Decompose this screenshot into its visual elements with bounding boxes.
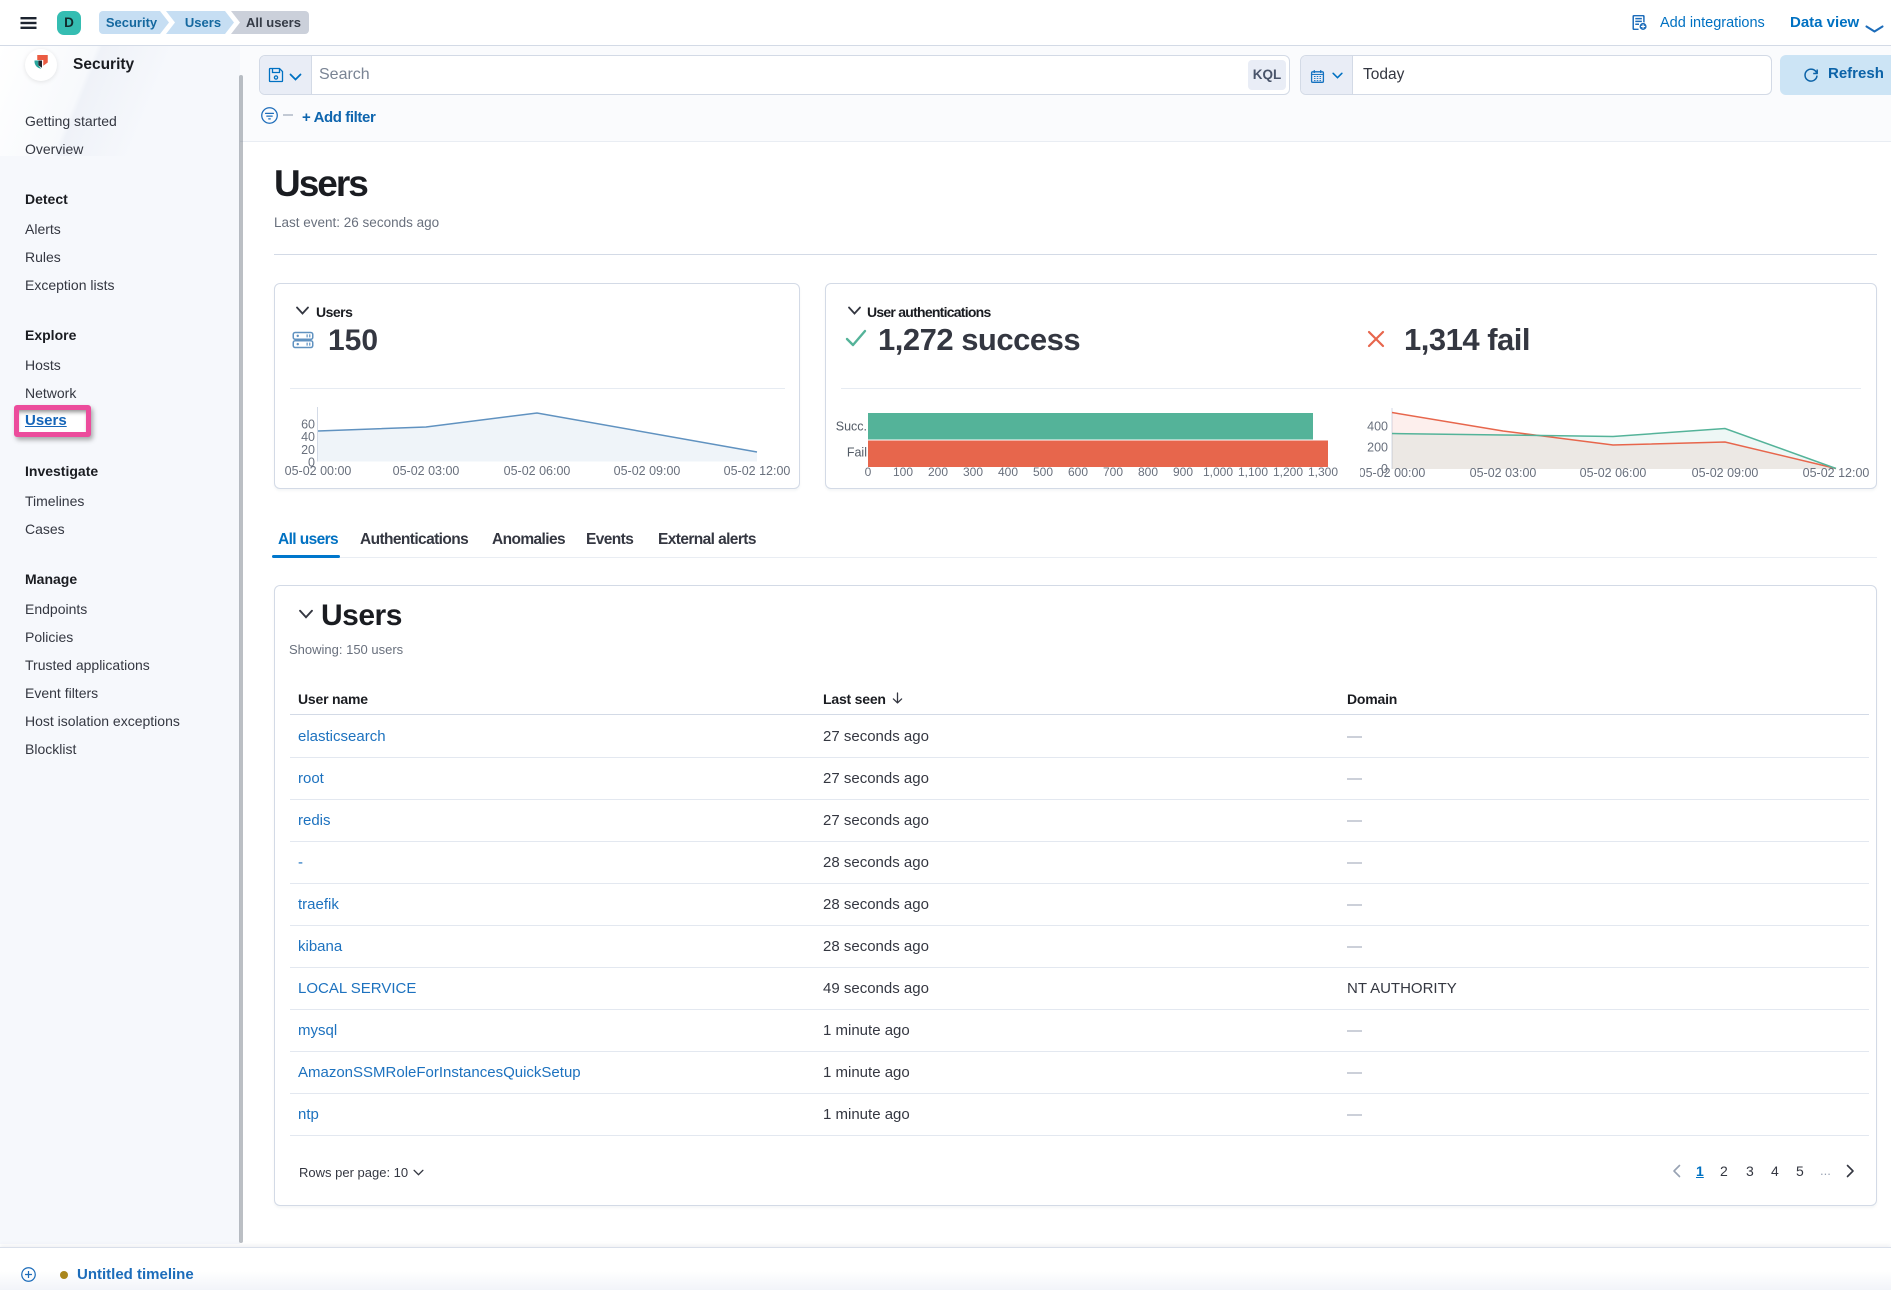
- svg-text:05-02 09:00: 05-02 09:00: [614, 464, 681, 478]
- svg-text:200: 200: [1367, 441, 1388, 455]
- svg-text:700: 700: [1103, 465, 1123, 479]
- svg-text:600: 600: [1068, 465, 1088, 479]
- svg-text:400: 400: [998, 465, 1018, 479]
- svg-text:1,300: 1,300: [1308, 465, 1338, 479]
- svg-text:400: 400: [1367, 420, 1388, 434]
- svg-text:500: 500: [1033, 465, 1053, 479]
- svg-text:Fail: Fail: [847, 446, 867, 460]
- svg-text:200: 200: [928, 465, 948, 479]
- svg-text:05-02 00:00: 05-02 00:00: [285, 464, 352, 478]
- svg-text:Succ.: Succ.: [836, 420, 867, 434]
- svg-text:05-02 12:00: 05-02 12:00: [1803, 466, 1870, 480]
- svg-text:05-02 09:00: 05-02 09:00: [1692, 466, 1759, 480]
- svg-text:900: 900: [1173, 465, 1193, 479]
- svg-text:05-02 12:00: 05-02 12:00: [724, 464, 791, 478]
- svg-text:100: 100: [893, 465, 913, 479]
- svg-text:05-02 00:00: 05-02 00:00: [1360, 466, 1425, 480]
- svg-text:0: 0: [865, 465, 872, 479]
- svg-text:1,100: 1,100: [1238, 465, 1268, 479]
- svg-text:05-02 03:00: 05-02 03:00: [1470, 466, 1537, 480]
- svg-text:05-02 06:00: 05-02 06:00: [504, 464, 571, 478]
- svg-text:05-02 03:00: 05-02 03:00: [393, 464, 460, 478]
- svg-text:1,000: 1,000: [1203, 465, 1233, 479]
- svg-text:300: 300: [963, 465, 983, 479]
- svg-text:05-02 06:00: 05-02 06:00: [1580, 466, 1647, 480]
- svg-text:1,200: 1,200: [1273, 465, 1303, 479]
- svg-text:800: 800: [1138, 465, 1158, 479]
- svg-text:40: 40: [301, 430, 315, 444]
